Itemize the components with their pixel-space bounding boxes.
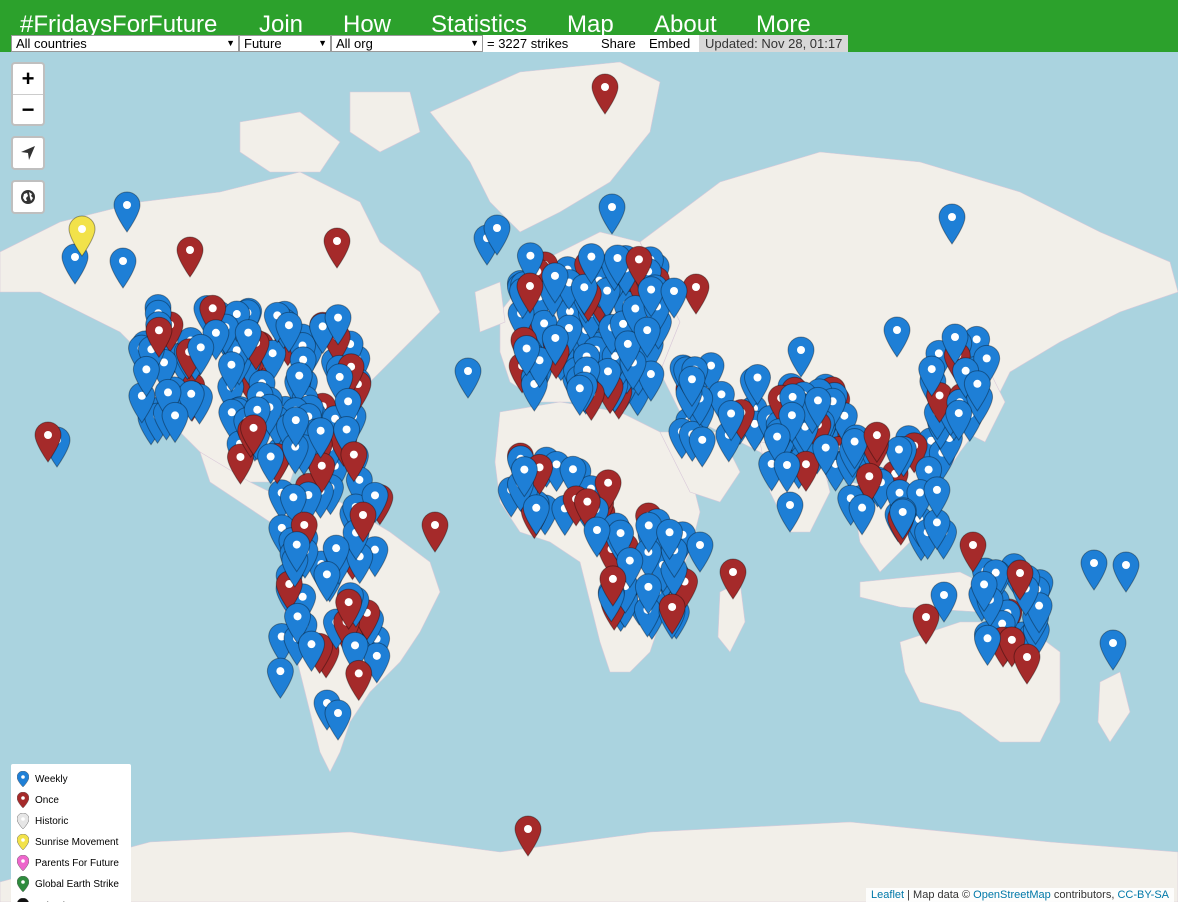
chevron-down-icon: ▼ [226,38,235,48]
map-pin-icon [17,813,29,829]
map-pin-icon[interactable] [345,659,373,702]
legend-item: Global Earth Strike [17,874,119,894]
map-pin-icon[interactable] [848,494,876,536]
map-pin-icon[interactable] [912,603,940,645]
map-pin-icon[interactable] [1080,549,1108,591]
locate-arrow-icon [21,146,35,160]
map-pin-icon[interactable] [776,491,804,533]
legend-item: Scientists For Future [17,896,127,902]
map-legend: Weekly Once Historic Sunrise Movement Parent… [11,764,131,902]
filter-bar: All countries ▼ Future ▼ All org ▼ = 3227 s… [11,35,849,52]
chevron-down-icon: ▼ [318,38,327,48]
map-pin-icon[interactable] [113,191,141,233]
locate-control [11,136,45,170]
globe-icon [21,190,35,204]
time-select[interactable]: Future ▼ [239,35,331,52]
map-pin-icon[interactable] [1099,629,1127,671]
map-pin-icon[interactable] [1112,551,1140,593]
map-pin-icon[interactable] [109,247,137,289]
leaflet-link[interactable]: Leaflet [871,889,904,901]
map-pin-icon[interactable] [883,316,911,358]
zoom-in-button[interactable]: + [13,64,43,94]
map-pin-icon[interactable] [938,203,966,245]
map-pin-icon[interactable] [514,815,542,857]
map-pin-icon[interactable] [686,531,714,573]
legend-item: Parents For Future [17,853,119,873]
embed-button[interactable]: Embed [645,35,699,52]
chevron-down-icon: ▼ [470,38,479,48]
zoom-out-button[interactable]: − [13,94,43,124]
osm-link[interactable]: OpenStreetMap [973,889,1051,901]
map-pin-icon[interactable] [313,560,341,603]
map-pin-icon[interactable] [719,558,747,600]
map-pin-icon[interactable] [1013,643,1041,685]
legend-item: Sunrise Movement [17,832,118,852]
license-link[interactable]: CC-BY-SA [1117,889,1169,901]
map-canvas[interactable]: + − Weekly Once Historic Sunrise Movement Pa… [0,52,1178,902]
share-button[interactable]: Share [597,35,645,52]
map-pin-icon[interactable] [266,657,294,699]
world-view-control [11,180,45,214]
map-pin-icon[interactable] [974,624,1002,667]
country-select[interactable]: All countries ▼ [11,35,239,52]
map-pin-icon[interactable] [773,451,801,493]
strike-markers[interactable] [0,52,1178,902]
map-pin-icon [17,855,29,871]
map-pin-icon [17,834,29,850]
strike-count: = 3227 strikes [483,35,597,52]
map-pin-icon[interactable] [591,73,619,115]
world-view-button[interactable] [13,182,43,212]
map-pin-icon[interactable] [324,699,352,741]
map-pin-icon[interactable] [454,357,482,399]
map-pin-icon[interactable] [176,236,204,278]
map-pin-icon [17,771,29,787]
legend-item: Weekly [17,769,68,789]
legend-item: Historic [17,811,68,831]
map-attribution: Leaflet | Map data © OpenStreetMap contr… [866,888,1174,902]
map-pin-icon[interactable] [421,511,449,553]
org-select[interactable]: All org ▼ [331,35,483,52]
map-pin-icon [17,876,29,892]
map-pin-icon [17,792,29,808]
updated-timestamp: Updated: Nov 28, 01:17 [699,35,849,52]
legend-item: Once [17,790,59,810]
zoom-control: + − [11,62,45,126]
map-pin-icon[interactable] [323,227,351,269]
locate-button[interactable] [13,138,43,168]
map-pin-icon[interactable] [598,193,626,235]
map-pin-icon [17,898,29,902]
map-pin-icon[interactable] [787,336,815,378]
